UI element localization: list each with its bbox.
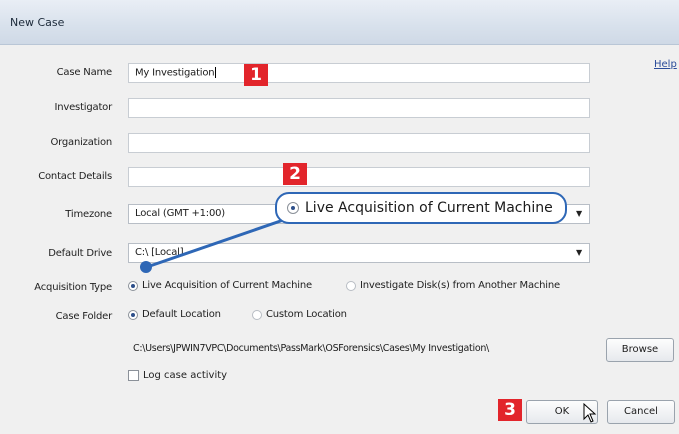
acquisition-type-label: Acquisition Type xyxy=(34,282,112,293)
case-folder-label: Case Folder xyxy=(55,311,113,322)
radio-unselected-icon[interactable] xyxy=(252,309,262,320)
contact-details-input[interactable] xyxy=(128,167,590,187)
step-badge-2: 2 xyxy=(283,163,307,185)
acquisition-live-label: Live Acquisition of Current Machine xyxy=(142,280,312,291)
case-folder-default-label: Default Location xyxy=(142,309,221,320)
mouse-cursor-icon xyxy=(583,403,597,423)
window-title: New Case xyxy=(10,16,65,29)
radio-selected-icon[interactable] xyxy=(128,309,138,320)
contact-details-label: Contact Details xyxy=(38,171,112,182)
title-bar: New Case xyxy=(0,0,679,45)
case-folder-custom-label: Custom Location xyxy=(266,309,347,320)
acquisition-disk-option[interactable]: Investigate Disk(s) from Another Machine xyxy=(346,280,560,291)
log-activity-label: Log case activity xyxy=(143,370,228,381)
log-activity-checkbox-row[interactable]: Log case activity xyxy=(128,370,227,381)
default-drive-select[interactable]: C:\ [Local] ▼ xyxy=(128,243,590,263)
organization-label: Organization xyxy=(50,137,112,148)
acquisition-live-option[interactable]: Live Acquisition of Current Machine xyxy=(128,280,312,291)
default-drive-value: C:\ [Local] xyxy=(135,247,184,258)
callout-text: Live Acquisition of Current Machine xyxy=(305,200,553,216)
timezone-value: Local (GMT +1:00) xyxy=(135,208,225,219)
help-link[interactable]: Help xyxy=(654,59,677,70)
radio-unselected-icon[interactable] xyxy=(346,280,356,291)
acquisition-disk-label: Investigate Disk(s) from Another Machine xyxy=(360,280,560,291)
case-folder-default-option[interactable]: Default Location xyxy=(128,309,221,320)
case-name-input[interactable]: My Investigation xyxy=(128,63,590,83)
investigator-label: Investigator xyxy=(54,102,113,113)
case-name-label: Case Name xyxy=(56,67,113,78)
callout-bubble: Live Acquisition of Current Machine xyxy=(275,192,567,224)
case-folder-custom-option[interactable]: Custom Location xyxy=(252,309,347,320)
step-badge-1: 1 xyxy=(244,64,268,86)
step-badge-3: 3 xyxy=(498,399,522,421)
default-drive-label: Default Drive xyxy=(48,248,112,259)
radio-selected-icon[interactable] xyxy=(128,280,138,291)
browse-button[interactable]: Browse xyxy=(606,338,674,362)
chevron-down-icon[interactable]: ▼ xyxy=(572,246,586,260)
radio-selected-icon xyxy=(287,202,299,214)
chevron-down-icon[interactable]: ▼ xyxy=(572,207,586,221)
text-caret xyxy=(215,67,217,78)
investigator-input[interactable] xyxy=(128,98,590,118)
organization-input[interactable] xyxy=(128,133,590,153)
cancel-button[interactable]: Cancel xyxy=(607,400,675,424)
timezone-label: Timezone xyxy=(65,209,112,220)
case-name-value: My Investigation xyxy=(135,67,215,79)
case-folder-path: C:\Users\JPWIN7VPC\Documents\PassMark\OS… xyxy=(133,343,489,354)
log-activity-checkbox[interactable] xyxy=(128,370,139,381)
